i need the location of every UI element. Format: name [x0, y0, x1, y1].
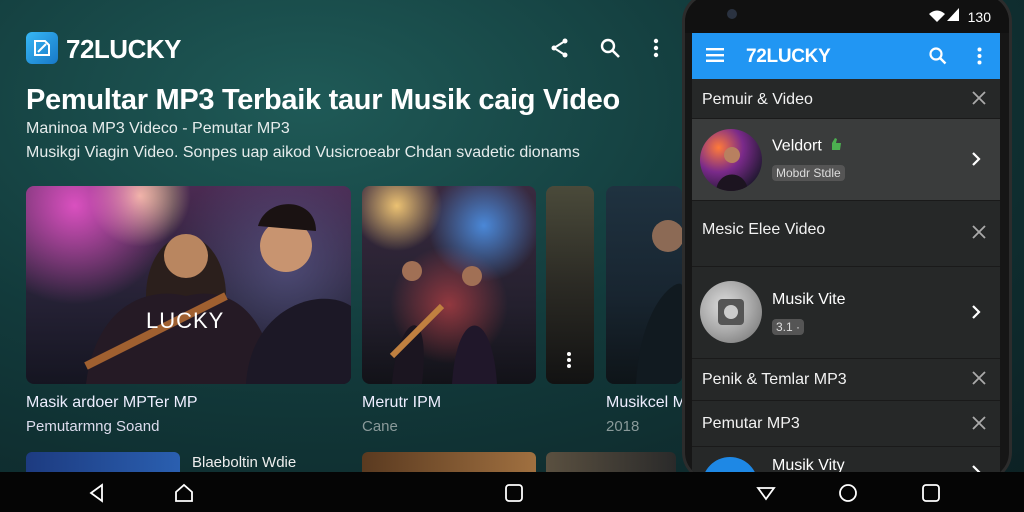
card-more-icon[interactable] — [566, 351, 572, 374]
video-card-row2[interactable] — [362, 452, 536, 472]
status-time: 130 — [967, 9, 991, 25]
back-icon[interactable] — [755, 482, 777, 504]
app-topbar: 72LUCKY — [26, 30, 676, 70]
card-title[interactable]: Merutr IPM — [362, 394, 441, 412]
avatar — [700, 129, 762, 191]
section-header: Pemuir & Video — [692, 79, 1000, 119]
section-label: Mesic Elee Video — [702, 221, 826, 238]
camera-icon — [727, 9, 737, 19]
like-icon — [830, 137, 842, 156]
section-header: Pemutar MP3 — [692, 401, 1000, 447]
item-title: Musik Vite — [772, 291, 846, 308]
video-card[interactable] — [362, 186, 536, 384]
more-vert-icon[interactable] — [644, 36, 668, 60]
close-icon[interactable] — [970, 369, 988, 387]
video-card-narrow[interactable] — [546, 186, 594, 384]
close-icon[interactable] — [970, 89, 988, 107]
video-thumbnail — [26, 186, 351, 384]
page-headline: Pemultar MP3 Terbaik taur Musik caig Vid… — [26, 84, 620, 116]
back-icon[interactable] — [86, 482, 108, 504]
phone-app-bar: 72LUCKY — [692, 33, 1000, 79]
item-meta: 3.1 · — [772, 319, 805, 335]
avatar — [700, 281, 762, 343]
phone-content-list: Pemuir & Video Veldort Mobdr Stdle Mesic… — [692, 79, 1000, 479]
section-header: Mesic Elee Video — [692, 201, 1000, 267]
item-title: Veldort — [772, 137, 842, 156]
phone-status-bar: 130 — [685, 0, 1009, 33]
card-title[interactable]: Masik ardoer MPTer MP — [26, 394, 198, 412]
app-name: 72LUCKY — [66, 34, 181, 64]
card-title[interactable]: Musikcel M — [606, 394, 686, 412]
share-icon[interactable] — [548, 36, 572, 60]
section-label: Penik & Temlar MP3 — [702, 371, 847, 388]
home-icon[interactable] — [173, 482, 195, 504]
video-thumbnail — [362, 186, 536, 384]
section-label: Pemuir & Video — [702, 91, 813, 108]
more-vert-icon[interactable] — [977, 47, 982, 70]
card-subtitle: Cane — [362, 418, 398, 435]
menu-icon[interactable] — [706, 48, 724, 67]
close-icon[interactable] — [970, 223, 988, 241]
search-icon[interactable] — [598, 36, 622, 60]
video-card-featured[interactable]: LUCKY — [26, 186, 351, 384]
video-thumbnail — [606, 186, 682, 384]
card-overlay-label: LUCKY — [146, 308, 225, 333]
chevron-right-icon[interactable] — [970, 303, 984, 321]
chevron-right-icon[interactable] — [970, 150, 984, 168]
video-card[interactable] — [606, 186, 682, 384]
list-item[interactable]: Veldort Mobdr Stdle — [692, 119, 1000, 201]
recents-icon[interactable] — [920, 482, 942, 504]
section-label: Pemutar MP3 — [702, 415, 800, 432]
row2-title[interactable]: Blaeboltin Wdie — [192, 454, 296, 471]
system-nav-bar — [0, 472, 1024, 512]
card-subtitle: Pemutarmng Soand — [26, 418, 160, 435]
video-card-row2[interactable] — [546, 452, 676, 472]
video-card-row2[interactable] — [26, 452, 180, 472]
card-subtitle: 2018 — [606, 418, 640, 435]
signal-icon — [947, 8, 959, 26]
page-description: Musikgi Viagin Video. Sonpes uap aikod V… — [26, 144, 580, 161]
search-icon[interactable] — [928, 46, 947, 70]
section-header: Penik & Temlar MP3 — [692, 359, 1000, 401]
list-item[interactable]: Musik Vite 3.1 · — [692, 267, 1000, 359]
page-subtitle: Maninoa MP3 Videco - Pemutar MP3 — [26, 120, 290, 137]
logo-icon — [26, 32, 58, 64]
phone-app-title: 72LUCKY — [746, 46, 831, 67]
home-icon[interactable] — [837, 482, 859, 504]
item-meta: Mobdr Stdle — [772, 165, 845, 181]
recents-icon[interactable] — [503, 482, 525, 504]
phone-mockup: 130 72LUCKY Pemuir & Video Veldort Mobdr… — [682, 0, 1012, 482]
wifi-icon — [929, 9, 945, 27]
close-icon[interactable] — [970, 414, 988, 432]
